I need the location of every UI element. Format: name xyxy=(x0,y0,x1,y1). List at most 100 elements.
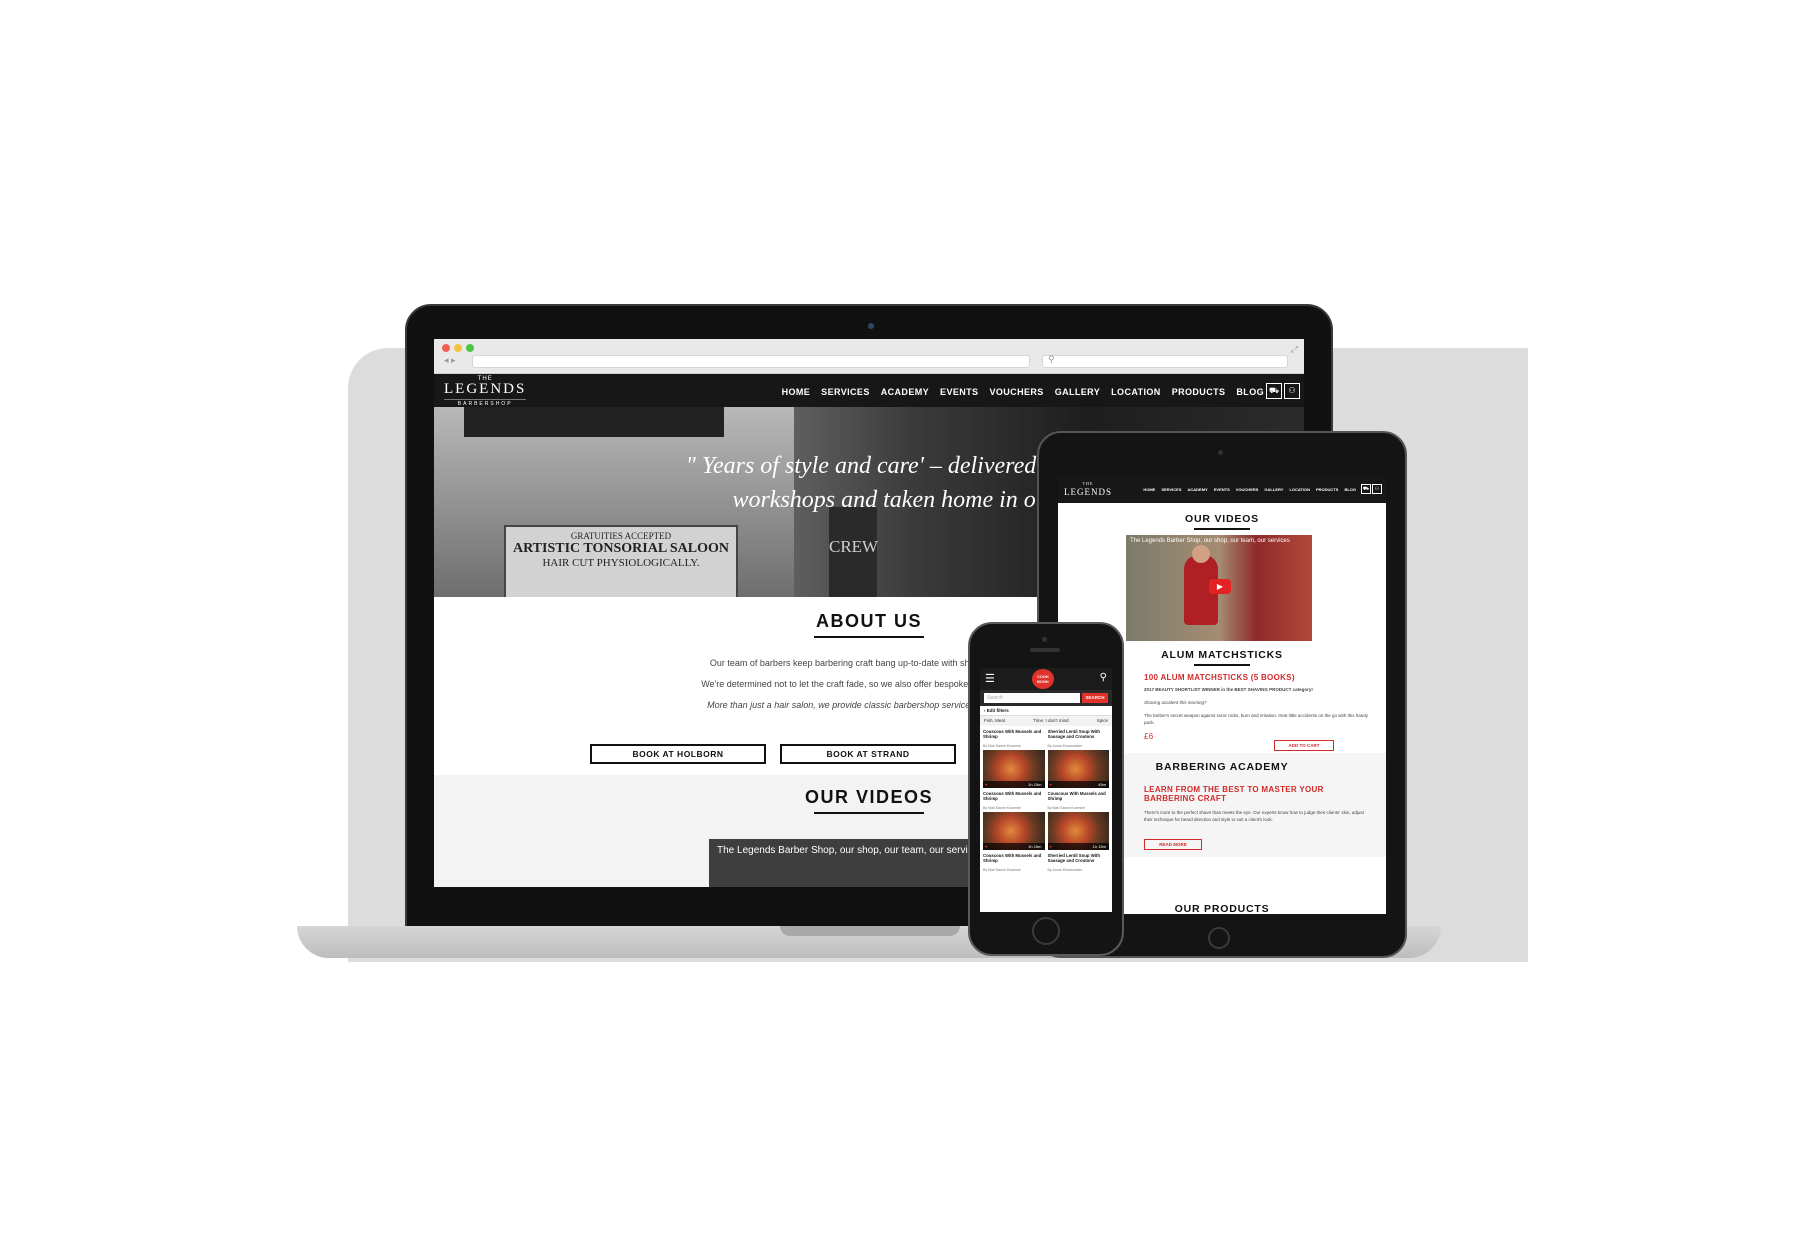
user-icon[interactable]: ⚇ xyxy=(1284,383,1300,399)
recipe-card[interactable]: Couscous With Mussels and Shrimp By Mari… xyxy=(983,853,1045,872)
maximize-dot[interactable] xyxy=(466,344,474,352)
tablet-nav-gallery[interactable]: GALLERY xyxy=(1264,487,1283,492)
filter-tag-ingredients[interactable]: Fish, Meat xyxy=(984,718,1005,724)
nav-gallery[interactable]: GALLERY xyxy=(1055,387,1100,397)
phone-search-input[interactable]: Search xyxy=(984,693,1080,703)
heart-icon[interactable]: ♥ xyxy=(1050,843,1052,850)
recipe-title: Couscous With Mussels and Shrimp xyxy=(983,853,1042,863)
recipe-card[interactable]: Sherried Lentil Soup With Sausage and Cr… xyxy=(1047,729,1109,788)
site-logo[interactable]: THE LEGENDS BARBERSHOP xyxy=(444,376,527,407)
nav-services[interactable]: SERVICES xyxy=(821,387,870,397)
recipe-author: By Mari Sanne Kvamme xyxy=(983,806,1021,810)
close-dot[interactable] xyxy=(442,344,450,352)
book-strand-button[interactable]: BOOK AT STRAND xyxy=(780,744,956,764)
nav-events[interactable]: EVENTS xyxy=(940,387,978,397)
tablet-video-player[interactable]: The Legends Barber Shop, our shop, our t… xyxy=(1126,535,1312,641)
phone-search-bar: Search SEARCH xyxy=(980,690,1112,706)
about-divider xyxy=(814,636,924,638)
video-caption: The Legends Barber Shop, our shop, our t… xyxy=(717,845,968,856)
recipe-author: By Mari Sanne Kvamme xyxy=(983,744,1021,748)
back-forward-icon[interactable]: ◂ ▸ xyxy=(444,355,456,366)
filter-tag-time[interactable]: Time: I don't mind xyxy=(1033,718,1068,724)
recipe-card[interactable]: Couscous With Mussels and Shrimp By Mari… xyxy=(983,729,1045,788)
expand-icon[interactable]: ⤢ xyxy=(1291,344,1298,355)
tablet-nav-home[interactable]: HOME xyxy=(1143,487,1155,492)
tablet-nav-vouchers[interactable]: VOUCHERS xyxy=(1236,487,1259,492)
product-award: 2017 BEAUTY SHORTLIST WINNER in the BEST… xyxy=(1144,687,1313,692)
recipe-card[interactable]: Sherried Lentil Soup With Sausage and Cr… xyxy=(1047,853,1109,872)
nav-academy[interactable]: ACADEMY xyxy=(881,387,929,397)
video-player[interactable]: The Legends Barber Shop, our shop, our t… xyxy=(709,839,1009,887)
play-icon[interactable]: ▶ xyxy=(1209,579,1231,594)
recipe-grid: Couscous With Mussels and Shrimp By Mari… xyxy=(980,726,1112,875)
tablet-video-caption: The Legends Barber Shop, our shop, our t… xyxy=(1130,538,1290,544)
nav-products[interactable]: PRODUCTS xyxy=(1172,387,1226,397)
add-to-cart-button[interactable]: ADD TO CART xyxy=(1274,740,1334,751)
nav-location[interactable]: LOCATION xyxy=(1111,387,1161,397)
academy-description: There's more to the perfect shave than m… xyxy=(1144,810,1364,822)
search-icon: ⚲ xyxy=(1048,354,1055,364)
app-logo[interactable]: COOK BOOK xyxy=(1032,669,1054,689)
user-icon[interactable]: ⚇ xyxy=(1372,484,1382,494)
tablet-logo[interactable]: THE LEGENDS xyxy=(1064,479,1112,497)
nav-blog[interactable]: BLOG xyxy=(1236,387,1264,397)
cart-icon[interactable]: ⛟ xyxy=(1266,383,1282,399)
heart-icon[interactable]: ♥ xyxy=(985,781,987,788)
academy-headline[interactable]: LEARN FROM THE BEST TO MASTER YOUR BARBE… xyxy=(1144,785,1366,803)
phone-camera xyxy=(1042,637,1047,642)
logo-sub: BARBERSHOP xyxy=(444,399,527,407)
menu-icon[interactable]: ☰ xyxy=(985,672,995,685)
recipe-image: ♥ 1h 15m xyxy=(983,750,1045,788)
tablet-nav-services[interactable]: SERVICES xyxy=(1161,487,1181,492)
tablet-nav-events[interactable]: EVENTS xyxy=(1214,487,1230,492)
product-tagline: Shaving accident this morning? xyxy=(1144,700,1207,705)
site-header: THE LEGENDS BARBERSHOP HOME SERVICES ACA… xyxy=(434,374,1304,408)
nav-vouchers[interactable]: VOUCHERS xyxy=(989,387,1043,397)
search-icon[interactable]: ⚲ xyxy=(1100,672,1107,683)
phone-app-header: ☰ COOK BOOK ⚲ xyxy=(980,668,1112,690)
tablet-nav-academy[interactable]: ACADEMY xyxy=(1188,487,1208,492)
recipe-author: By Mari Sanne Kvamme xyxy=(983,868,1021,872)
recipe-card[interactable]: Couscous With Mussels and Shrimp By Mari… xyxy=(1047,791,1109,850)
tablet-home-button[interactable] xyxy=(1208,927,1230,949)
nav-home[interactable]: HOME xyxy=(782,387,811,397)
recipe-title: Sherried Lentil Soup With Sausage and Cr… xyxy=(1047,853,1100,863)
heart-icon[interactable]: ♥ xyxy=(985,843,987,850)
logo-name: LEGENDS xyxy=(444,381,527,397)
laptop-notch xyxy=(780,926,960,936)
filter-tag-spice[interactable]: Spice xyxy=(1097,718,1108,724)
product-name[interactable]: 100 ALUM MATCHSTICKS (5 BOOKS) xyxy=(1144,673,1368,682)
tablet-logo-name: LEGENDS xyxy=(1064,487,1112,497)
poster-saloon: ARTISTIC TONSORIAL SALOON xyxy=(512,541,730,556)
heart-icon[interactable]: ♥ xyxy=(1050,781,1052,788)
tablet-nav-blog[interactable]: BLOG xyxy=(1344,487,1356,492)
browser-chrome: ◂ ▸ ⚲ ⤢ xyxy=(434,339,1304,374)
recipe-time: 45m xyxy=(1098,782,1106,787)
tablet-product-divider xyxy=(1194,664,1250,666)
tablet-videos-divider xyxy=(1194,528,1250,530)
address-bar[interactable] xyxy=(472,355,1030,368)
tablet-nav: HOME SERVICES ACADEMY EVENTS VOUCHERS GA… xyxy=(1143,487,1356,492)
minimize-dot[interactable] xyxy=(454,344,462,352)
recipe-card[interactable]: Couscous With Mussels and Shrimp By Mari… xyxy=(983,791,1045,850)
tablet-videos-title: OUR VIDEOS xyxy=(1185,513,1259,525)
phone-home-button[interactable] xyxy=(1032,917,1060,945)
tablet-camera xyxy=(1218,450,1223,455)
book-holborn-button[interactable]: BOOK AT HOLBORN xyxy=(590,744,766,764)
phone-speaker xyxy=(1030,648,1060,652)
browser-search-input[interactable]: ⚲ xyxy=(1042,354,1288,368)
phone-search-button[interactable]: SEARCH xyxy=(1082,693,1108,703)
laptop-camera xyxy=(868,323,874,329)
tablet-nav-products[interactable]: PRODUCTS xyxy=(1316,487,1338,492)
edit-filters-link[interactable]: ‹ Edit filters xyxy=(980,706,1112,716)
cart-icon[interactable]: ⛟ xyxy=(1361,484,1371,494)
tablet-nav-location[interactable]: LOCATION xyxy=(1289,487,1310,492)
phone-screen: ☰ COOK BOOK ⚲ Search SEARCH ‹ Edit filte… xyxy=(980,668,1112,912)
recipe-title: Couscous With Mussels and Shrimp xyxy=(983,791,1042,801)
recipe-title: Couscous With Mussels and Shrimp xyxy=(983,729,1042,739)
recipe-author: By Mari Sanne Kvamme xyxy=(1047,806,1086,810)
recipe-title: Couscous With Mussels and Shrimp xyxy=(1047,791,1106,801)
poster-top xyxy=(464,407,724,437)
read-more-button[interactable]: READ MORE xyxy=(1144,839,1202,850)
tablet-header: THE LEGENDS HOME SERVICES ACADEMY EVENTS… xyxy=(1058,477,1386,503)
